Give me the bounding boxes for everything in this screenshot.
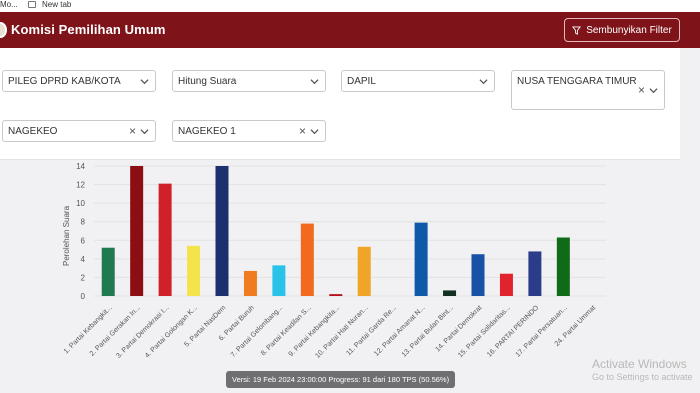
filter-icon bbox=[572, 25, 582, 35]
bar[interactable] bbox=[443, 290, 457, 296]
browser-tab-label[interactable]: Mo... bbox=[0, 0, 18, 9]
clear-icon[interactable]: × bbox=[129, 124, 136, 138]
regency-value: NAGEKEO bbox=[8, 126, 58, 137]
page-title: Komisi Pemilihan Umum bbox=[11, 22, 166, 37]
hide-filter-label: Sembunyikan Filter bbox=[586, 24, 672, 36]
bar[interactable] bbox=[158, 183, 172, 296]
filter-panel: PILEG DPRD KAB/KOTA Hitung Suara DAPIL N… bbox=[0, 48, 680, 160]
regency-select[interactable]: NAGEKEO × bbox=[2, 120, 156, 142]
chevron-down-icon bbox=[649, 88, 658, 94]
x-tick-label: 1. Partai Kebangkit... bbox=[63, 304, 114, 355]
chevron-down-icon bbox=[310, 129, 319, 135]
x-tick-label: 16. PARTAI PERINDO bbox=[486, 304, 541, 359]
windows-activation-watermark: Activate Windows Go to Settings to activ… bbox=[592, 357, 693, 383]
x-tick-label: 3. Partai Demokrasi I... bbox=[115, 304, 170, 359]
bar[interactable] bbox=[243, 270, 257, 296]
bar[interactable] bbox=[556, 237, 570, 297]
x-tick-label: 13. Partai Bulan Bint... bbox=[401, 304, 455, 358]
watermark-subtitle: Go to Settings to activate bbox=[592, 372, 693, 382]
bar[interactable] bbox=[187, 245, 201, 296]
y-tick-label: 8 bbox=[81, 218, 86, 227]
count-type-select[interactable]: Hitung Suara bbox=[172, 70, 326, 92]
bar[interactable] bbox=[300, 223, 314, 296]
chevron-down-icon bbox=[140, 79, 149, 85]
y-tick-label: 6 bbox=[81, 236, 86, 245]
hide-filter-button[interactable]: Sembunyikan Filter bbox=[564, 18, 680, 42]
app-header: Komisi Pemilihan Umum Sembunyikan Filter bbox=[0, 12, 700, 48]
bar[interactable] bbox=[101, 247, 115, 296]
bar[interactable] bbox=[130, 166, 144, 296]
bar[interactable] bbox=[414, 222, 428, 296]
chevron-down-icon bbox=[479, 79, 488, 85]
watermark-title: Activate Windows bbox=[592, 357, 687, 371]
chevron-down-icon bbox=[310, 79, 319, 85]
y-tick-label: 14 bbox=[76, 162, 85, 171]
clear-icon[interactable]: × bbox=[638, 83, 645, 97]
bar[interactable] bbox=[357, 246, 371, 296]
x-tick-label: 12. Partai Amanat N... bbox=[373, 304, 426, 357]
bar[interactable] bbox=[215, 166, 229, 296]
bar[interactable] bbox=[528, 251, 542, 296]
province-select[interactable]: NUSA TENGGARA TIMUR × bbox=[511, 70, 665, 110]
browser-tab-strip: Mo... New tab bbox=[0, 0, 700, 12]
district-value: NAGEKEO 1 bbox=[178, 126, 236, 137]
election-type-select[interactable]: PILEG DPRD KAB/KOTA bbox=[2, 70, 156, 92]
y-tick-label: 10 bbox=[76, 199, 85, 208]
bar[interactable] bbox=[272, 265, 286, 296]
x-tick-label: 9. Partai Kebangkita... bbox=[288, 304, 342, 358]
x-tick-label: 10. Partai Hati Nuran... bbox=[314, 304, 369, 359]
x-tick-label: 8. Partai Keadilan S... bbox=[260, 304, 313, 357]
district-select[interactable]: NAGEKEO 1 × bbox=[172, 120, 326, 142]
new-tab-label[interactable]: New tab bbox=[42, 0, 71, 9]
x-tick-label: 4. Partai Golongan K... bbox=[144, 304, 199, 359]
x-tick-label: 2. Partai Gerakan In... bbox=[89, 304, 142, 357]
y-axis-label: Perolehan Suara bbox=[62, 205, 71, 266]
new-tab-icon bbox=[28, 1, 36, 8]
dapil-value: DAPIL bbox=[347, 76, 376, 87]
dapil-select[interactable]: DAPIL bbox=[341, 70, 495, 92]
election-type-value: PILEG DPRD KAB/KOTA bbox=[8, 76, 121, 87]
kpu-logo-icon bbox=[0, 22, 7, 38]
province-value: NUSA TENGGARA TIMUR bbox=[517, 76, 637, 87]
bar[interactable] bbox=[471, 254, 485, 296]
x-tick-label: 15. Partai Solidaritas... bbox=[457, 304, 512, 359]
y-tick-label: 12 bbox=[76, 181, 85, 190]
count-type-value: Hitung Suara bbox=[178, 76, 237, 87]
y-tick-label: 2 bbox=[81, 273, 86, 282]
bar[interactable] bbox=[329, 294, 343, 296]
bar[interactable] bbox=[499, 273, 513, 296]
version-progress-badge: Versi: 19 Feb 2024 23:00:00 Progress: 91… bbox=[226, 371, 456, 388]
x-tick-label: 11. Partai Garda Re... bbox=[345, 304, 398, 357]
x-tick-label: 7. Partai Gelombang... bbox=[230, 304, 285, 359]
clear-icon[interactable]: × bbox=[299, 124, 306, 138]
y-tick-label: 4 bbox=[81, 255, 86, 264]
y-tick-label: 0 bbox=[81, 292, 86, 301]
chevron-down-icon bbox=[140, 129, 149, 135]
x-tick-label: 17. Partai Persatuan... bbox=[515, 304, 569, 358]
